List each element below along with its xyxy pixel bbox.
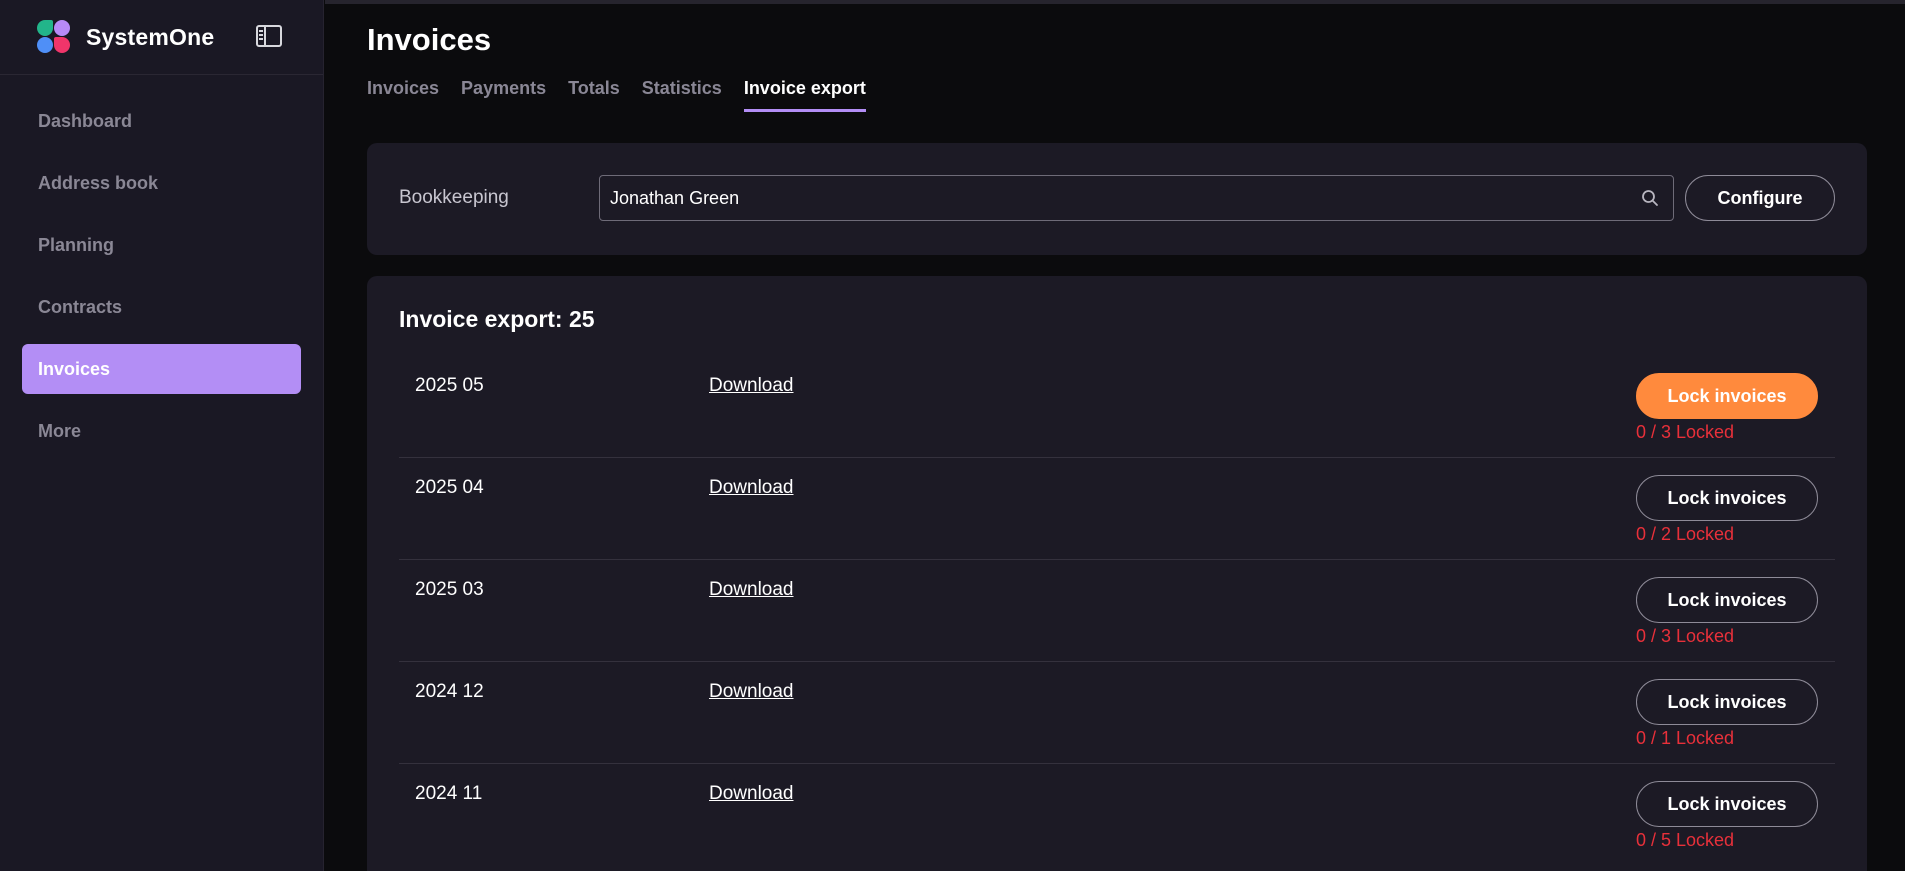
bookkeeping-label: Bookkeeping <box>399 187 509 208</box>
locked-status: 0 / 3 Locked <box>1636 422 1735 442</box>
invoice-export-card: Invoice export: 25 2025 05 Download Lock i… <box>367 276 1867 871</box>
top-divider <box>325 0 1905 4</box>
sidebar-item-more[interactable]: More <box>22 406 301 456</box>
export-period: 2024 11 <box>415 783 483 804</box>
app-name: SystemOne <box>86 23 215 50</box>
export-row: 2025 03 Download Lock invoices 0 / 3 Locked <box>399 560 1835 662</box>
sidebar-item-planning[interactable]: Planning <box>22 220 301 270</box>
page-title: Invoices <box>367 22 492 57</box>
configure-button[interactable]: Configure <box>1685 175 1835 221</box>
locked-status: 0 / 3 Locked <box>1636 626 1735 646</box>
sidebar-nav: Dashboard Address book Planning Contracts In… <box>0 75 323 456</box>
sidebar-item-label: Contracts <box>38 296 123 317</box>
tab-totals[interactable]: Totals <box>568 78 620 112</box>
sidebar-item-label: Invoices <box>38 358 111 379</box>
export-period: 2024 12 <box>415 681 484 702</box>
lock-invoices-button[interactable]: Lock invoices <box>1636 373 1818 419</box>
sidebar-item-invoices[interactable]: Invoices <box>22 344 301 394</box>
export-period: 2025 04 <box>415 477 484 498</box>
sidebar-item-label: More <box>38 420 82 441</box>
download-link[interactable]: Download <box>709 477 794 499</box>
sidebar-item-dashboard[interactable]: Dashboard <box>22 96 301 146</box>
locked-status: 0 / 2 Locked <box>1636 524 1735 544</box>
search-icon[interactable] <box>1640 188 1660 208</box>
download-link[interactable]: Download <box>709 783 794 805</box>
lock-invoices-button[interactable]: Lock invoices <box>1636 781 1818 827</box>
systemone-logo-icon <box>37 20 71 54</box>
export-row: 2025 05 Download Lock invoices 0 / 3 Locked <box>399 356 1835 458</box>
export-row: 2025 04 Download Lock invoices 0 / 2 Locked <box>399 458 1835 560</box>
sidebar-toggle-icon[interactable] <box>256 25 282 47</box>
lock-invoices-button[interactable]: Lock invoices <box>1636 577 1818 623</box>
sidebar-item-contracts[interactable]: Contracts <box>22 282 301 332</box>
tab-payments[interactable]: Payments <box>461 78 546 112</box>
download-link[interactable]: Download <box>709 579 794 601</box>
bookkeeping-filter-card: Bookkeeping Configure <box>367 143 1867 255</box>
sidebar-item-address-book[interactable]: Address book <box>22 158 301 208</box>
tab-invoice-export[interactable]: Invoice export <box>743 78 866 112</box>
sidebar-item-label: Address book <box>38 172 159 193</box>
locked-status: 0 / 1 Locked <box>1636 728 1735 748</box>
export-period: 2025 03 <box>415 579 484 600</box>
sidebar-item-label: Dashboard <box>38 110 133 131</box>
export-row: 2024 12 Download Lock invoices 0 / 1 Locked <box>399 662 1835 764</box>
locked-status: 0 / 5 Locked <box>1636 830 1735 850</box>
invoice-export-title: Invoice export: 25 <box>399 306 595 332</box>
export-row: 2024 11 Download Lock invoices 0 / 5 Locked <box>399 764 1835 866</box>
sidebar: SystemOne Dashboard Address book Planning C… <box>0 0 324 871</box>
tab-bar: Invoices Payments Totals Statistics Invoice … <box>367 78 888 112</box>
bookkeeping-search-input[interactable] <box>610 187 1630 209</box>
download-link[interactable]: Download <box>709 681 794 703</box>
lock-invoices-button[interactable]: Lock invoices <box>1636 679 1818 725</box>
sidebar-item-label: Planning <box>38 234 114 255</box>
bookkeeping-search-field[interactable] <box>599 175 1674 221</box>
tab-statistics[interactable]: Statistics <box>642 78 722 112</box>
lock-invoices-button[interactable]: Lock invoices <box>1636 475 1818 521</box>
tab-invoices[interactable]: Invoices <box>367 78 439 112</box>
export-period: 2025 05 <box>415 375 484 396</box>
download-link[interactable]: Download <box>709 375 794 397</box>
